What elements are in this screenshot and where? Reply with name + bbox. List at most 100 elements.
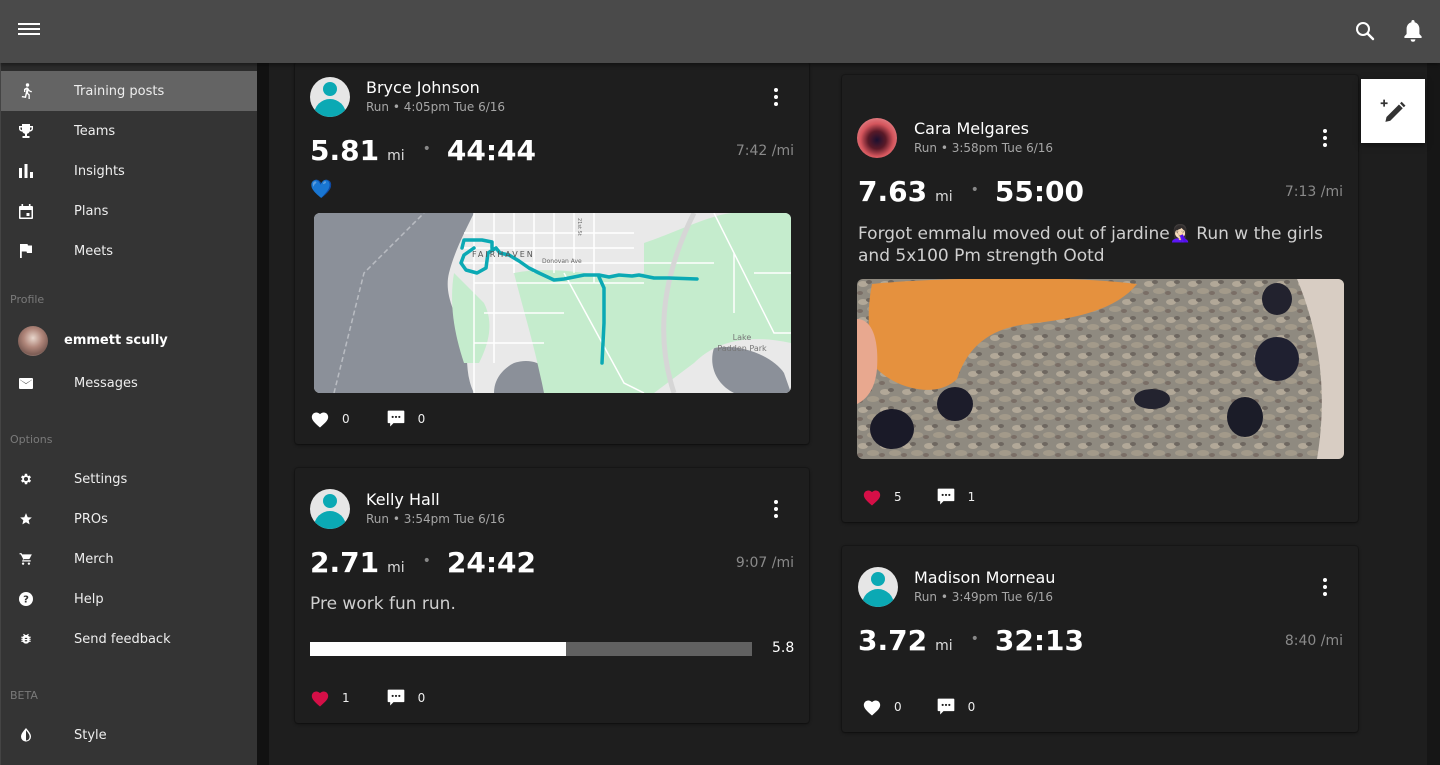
- post-description: Pre work fun run.: [310, 594, 456, 614]
- distance-unit: mi: [935, 189, 953, 205]
- author-name[interactable]: Bryce Johnson: [366, 78, 480, 97]
- pace: 8:40 /mi: [1284, 633, 1343, 649]
- sidebar-item-label: Style: [74, 727, 107, 743]
- map-label: Donovan Ave: [542, 258, 582, 265]
- post-actions: 0 0: [862, 695, 975, 719]
- sidebar-item-label: Send feedback: [74, 631, 171, 647]
- trophy-icon: [18, 123, 34, 139]
- more-options-icon[interactable]: [1315, 575, 1335, 599]
- post-stats: 2.71 mi • 24:42: [310, 546, 536, 579]
- duration: 44:44: [446, 134, 537, 167]
- sidebar-item-training-posts[interactable]: Training posts: [1, 71, 257, 111]
- more-options-icon[interactable]: [766, 497, 786, 521]
- sidebar-item-pros[interactable]: PROs: [1, 499, 257, 539]
- calendar-icon: [18, 203, 34, 219]
- like-button[interactable]: 5: [862, 488, 902, 506]
- star-icon: [18, 511, 34, 527]
- map-label: Padden Park: [717, 344, 767, 353]
- sidebar-profile[interactable]: emmett scully: [1, 319, 257, 363]
- like-button[interactable]: 0: [862, 698, 902, 716]
- sidebar-item-insights[interactable]: Insights: [1, 151, 257, 191]
- author-name[interactable]: Kelly Hall: [366, 490, 440, 509]
- distance-unit: mi: [387, 560, 405, 576]
- post-meta: Run • 4:05pm Tue 6/16: [366, 100, 506, 114]
- search-icon[interactable]: [1353, 19, 1377, 43]
- sidebar: Training posts Teams Insights Plans Meet…: [0, 63, 257, 765]
- heart-icon: [863, 490, 881, 506]
- post-card: Cara Melgares Run • 3:58pm Tue 6/16 7.63…: [842, 75, 1358, 522]
- new-post-pencil-icon: [1380, 99, 1406, 122]
- author-name[interactable]: Madison Morneau: [914, 568, 1055, 587]
- sidebar-item-settings[interactable]: Settings: [1, 459, 257, 499]
- separator: •: [970, 631, 979, 647]
- route-map[interactable]: FAIRHAVEN Donovan Ave 21st St Lake Padde…: [314, 213, 791, 393]
- sidebar-item-meets[interactable]: Meets: [1, 231, 257, 271]
- sidebar-item-teams[interactable]: Teams: [1, 111, 257, 151]
- options-section-label: Options: [10, 432, 53, 446]
- sidebar-item-label: Messages: [74, 375, 138, 391]
- running-person-icon: [18, 83, 34, 99]
- sidebar-item-plans[interactable]: Plans: [1, 191, 257, 231]
- comment-icon: [937, 698, 954, 715]
- post-actions: 5 1: [862, 485, 975, 509]
- help-icon: ?: [18, 591, 34, 607]
- map-label: Lake: [733, 333, 752, 342]
- distance-unit: mi: [935, 638, 953, 654]
- pace: 7:13 /mi: [1284, 184, 1343, 200]
- hamburger-menu-icon[interactable]: [18, 20, 40, 42]
- comment-count: 0: [967, 700, 976, 714]
- duration: 24:42: [446, 546, 537, 579]
- sidebar-item-label: Help: [74, 591, 104, 607]
- avatar[interactable]: [310, 77, 350, 117]
- avatar[interactable]: [310, 489, 350, 529]
- comment-icon: [387, 689, 404, 706]
- sidebar-item-label: Insights: [74, 163, 125, 179]
- distance: 2.71: [310, 546, 380, 579]
- more-options-icon[interactable]: [766, 85, 786, 109]
- comment-icon: [937, 488, 954, 505]
- author-name[interactable]: Cara Melgares: [914, 119, 1029, 138]
- comment-button[interactable]: 0: [936, 697, 976, 717]
- scrollbar-track[interactable]: [1427, 63, 1440, 765]
- separator: •: [970, 182, 979, 198]
- comment-button[interactable]: 0: [386, 688, 426, 708]
- post-card: Madison Morneau Run • 3:49pm Tue 6/16 3.…: [842, 546, 1358, 732]
- pace: 7:42 /mi: [735, 143, 794, 159]
- post-meta: Run • 3:49pm Tue 6/16: [914, 590, 1054, 604]
- post-photo[interactable]: [857, 279, 1344, 459]
- effort-rating-bar: [310, 642, 752, 656]
- sidebar-item-messages[interactable]: Messages: [1, 363, 257, 403]
- avatar[interactable]: [857, 118, 897, 158]
- beta-section-label: BETA: [10, 688, 38, 702]
- like-count: 0: [342, 412, 350, 426]
- avatar[interactable]: [858, 567, 898, 607]
- bell-icon[interactable]: [1401, 18, 1425, 44]
- sidebar-item-merch[interactable]: Merch: [1, 539, 257, 579]
- map-label: FAIRHAVEN: [472, 250, 535, 259]
- sidebar-item-label: Plans: [74, 203, 109, 219]
- comment-count: 1: [967, 490, 976, 504]
- sidebar-item-help[interactable]: ? Help: [1, 579, 257, 619]
- gear-icon: [18, 471, 34, 487]
- distance: 7.63: [858, 175, 928, 208]
- like-button[interactable]: 1: [310, 689, 350, 707]
- duration: 32:13: [994, 624, 1085, 657]
- separator: •: [422, 141, 431, 157]
- comment-button[interactable]: 1: [936, 487, 976, 507]
- contrast-drop-icon: [18, 727, 34, 743]
- bar-chart-icon: [18, 163, 34, 179]
- sidebar-item-label: Teams: [74, 123, 116, 139]
- mail-icon: [18, 375, 34, 391]
- effort-rating-fill: [310, 642, 567, 656]
- sidebar-item-send-feedback[interactable]: Send feedback: [1, 619, 257, 659]
- post-stats: 7.63 mi • 55:00: [858, 175, 1084, 208]
- comment-button[interactable]: 0: [386, 409, 426, 429]
- new-post-button[interactable]: [1361, 79, 1425, 143]
- sidebar-item-style[interactable]: Style: [1, 715, 257, 755]
- comment-count: 0: [417, 691, 426, 705]
- post-meta: Run • 3:58pm Tue 6/16: [914, 141, 1054, 155]
- more-options-icon[interactable]: [1315, 126, 1335, 150]
- comment-count: 0: [417, 412, 426, 426]
- like-button[interactable]: 0: [310, 410, 350, 428]
- post-card: Kelly Hall Run • 3:54pm Tue 6/16 2.71 mi…: [295, 468, 809, 723]
